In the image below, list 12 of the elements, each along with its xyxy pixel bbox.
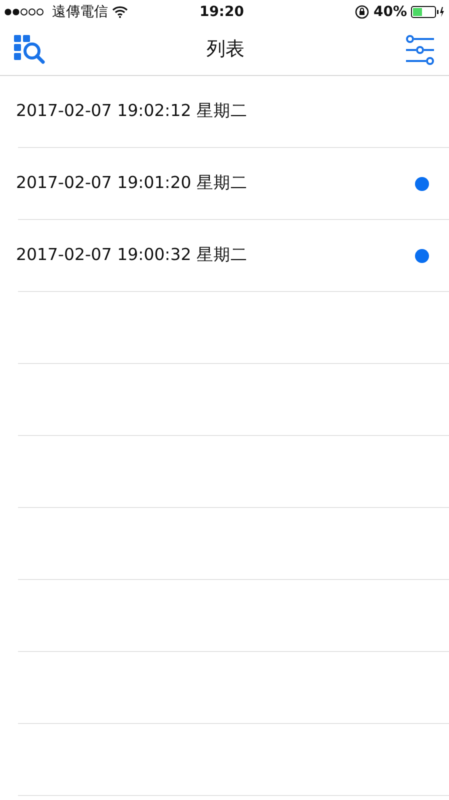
battery-percent: 40%: [373, 2, 407, 22]
qr-search-icon[interactable]: [14, 34, 46, 64]
battery-icon: [411, 6, 445, 18]
carrier-name: 遠傳電信: [52, 2, 108, 22]
rotation-lock-icon: [355, 5, 370, 19]
wifi-icon: [112, 6, 128, 18]
list-row[interactable]: 2017-02-07 19:02:12 星期二: [18, 76, 449, 148]
screen-title: 列表: [206, 37, 244, 62]
status-time: 19:20: [199, 2, 244, 22]
filter-sliders-icon[interactable]: [405, 34, 435, 64]
list-row[interactable]: 2017-02-07 19:00:32 星期二: [18, 220, 449, 292]
list-row[interactable]: 2017-02-07 19:01:20 星期二: [18, 148, 449, 220]
